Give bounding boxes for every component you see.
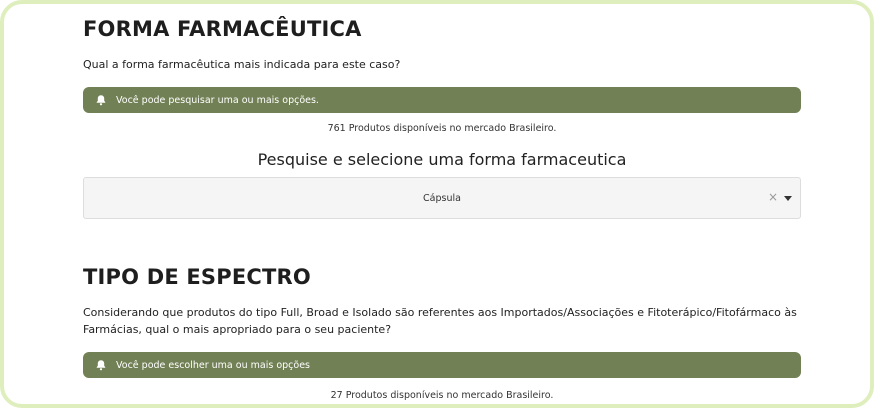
notice-text-espectro: Você pode escolher uma ou mais opções	[116, 359, 310, 371]
page-frame: FORMA FARMACÊUTICA Qual a forma farmacêu…	[0, 0, 874, 408]
notice-banner-forma: Você pode pesquisar uma ou mais opções.	[83, 87, 801, 113]
question-espectro: Considerando que produtos do tipo Full, …	[83, 306, 797, 336]
search-heading: Pesquise e selecione uma forma farmaceut…	[257, 150, 627, 169]
chevron-down-icon[interactable]	[784, 196, 792, 201]
notice-banner-espectro: Você pode escolher uma ou mais opções	[83, 352, 801, 378]
section-title-espectro: TIPO DE ESPECTRO	[83, 265, 311, 289]
forma-select[interactable]: Cápsula ×	[83, 177, 801, 219]
notice-text-forma: Você pode pesquisar uma ou mais opções.	[116, 94, 319, 106]
products-count-espectro: 27 Produtos disponíveis no mercado Brasi…	[330, 390, 554, 401]
bell-icon	[95, 359, 107, 371]
forma-select-value: Cápsula	[423, 192, 461, 204]
bell-icon	[95, 94, 107, 106]
clear-icon[interactable]: ×	[768, 191, 778, 203]
question-forma: Qual a forma farmacêutica mais indicada …	[83, 58, 401, 71]
products-count-forma: 761 Produtos disponíveis no mercado Bras…	[327, 123, 557, 134]
section-title-forma: FORMA FARMACÊUTICA	[83, 17, 362, 41]
